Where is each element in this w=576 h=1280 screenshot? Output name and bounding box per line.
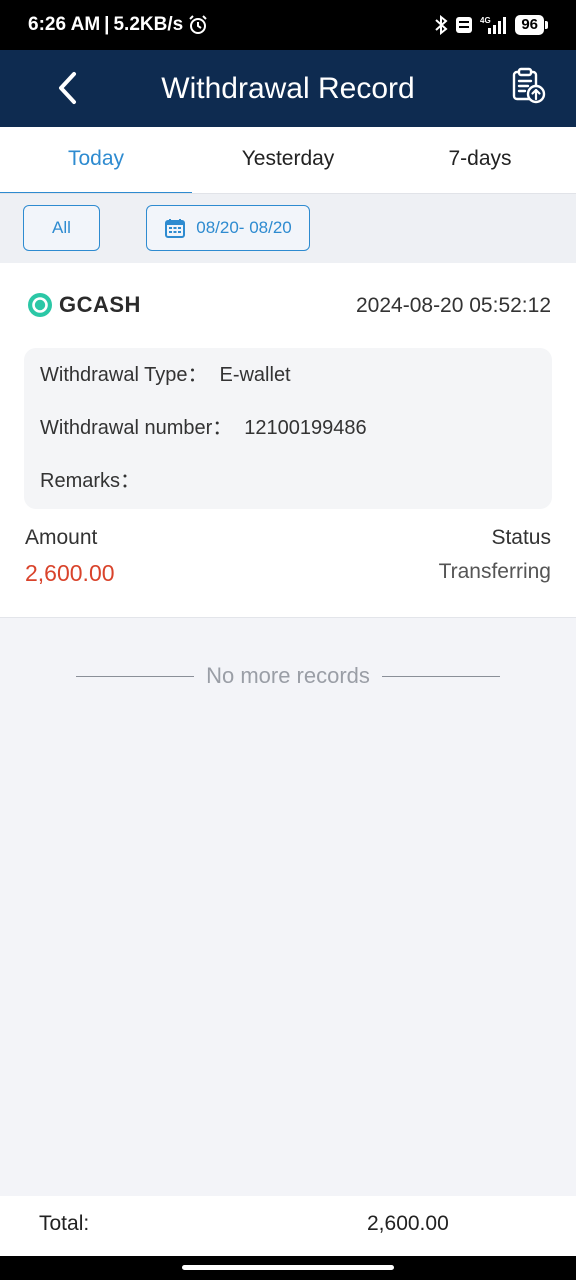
filter-all-button[interactable]: All (23, 205, 100, 251)
clipboard-upload-icon (512, 67, 546, 104)
withdrawal-record-card[interactable]: GCASH 2024-08-20 05:52:12 Withdrawal Typ… (0, 263, 576, 618)
status-right: 4G 96 (434, 15, 548, 35)
total-footer: Total: 2,600.00 (0, 1196, 576, 1256)
amount-label: Amount (25, 526, 98, 549)
divider-right (381, 675, 500, 677)
export-record-button[interactable] (508, 66, 548, 106)
signal-icon: 4G (480, 15, 508, 35)
tab-7-days[interactable]: 7-days (384, 127, 576, 193)
amount-value: 2,600.00 (25, 560, 115, 586)
status-value: Transferring (438, 560, 551, 583)
withdrawal-type-label: Withdrawal Type： (40, 364, 208, 386)
network-speed: 5.2KB/s (113, 14, 184, 35)
withdrawal-number-label: Withdrawal number： (40, 417, 233, 439)
withdrawal-type-row: Withdrawal Type： E-wallet (40, 362, 536, 415)
app-header: Withdrawal Record (0, 50, 576, 127)
withdrawal-number-value: 12100199486 (244, 417, 367, 439)
withdrawal-number-row: Withdrawal number： 12100199486 (40, 415, 536, 468)
back-button[interactable] (52, 70, 82, 106)
payment-method-name: GCASH (59, 292, 141, 317)
calendar-icon (165, 219, 186, 238)
remarks-row: Remarks： (40, 468, 536, 521)
page-title: Withdrawal Record (161, 72, 415, 105)
status-time: 6:26 AM (28, 14, 101, 35)
divider-left (76, 675, 195, 677)
bluetooth-icon (434, 15, 448, 35)
date-tabs: Today Yesterday 7-days (0, 127, 576, 195)
system-nav-bar (0, 1256, 576, 1280)
record-datetime: 2024-08-20 05:52:12 (356, 294, 551, 317)
filter-all-label: All (52, 218, 71, 237)
status-label: Status (491, 526, 551, 549)
status-bar: 6:26 AM | 5.2KB/s 4G 96 (0, 0, 576, 50)
volte-icon (455, 16, 473, 34)
tab-yesterday[interactable]: Yesterday (192, 127, 384, 193)
tab-today[interactable]: Today (0, 127, 192, 195)
chevron-left-icon (59, 72, 76, 104)
battery-tip (545, 21, 548, 29)
date-range-label: 08/20- 08/20 (196, 218, 292, 237)
status-separator: | (104, 14, 110, 35)
no-more-records-text: No more records (206, 663, 370, 688)
remarks-label: Remarks： (40, 470, 141, 492)
home-gesture-handle[interactable] (182, 1265, 394, 1270)
svg-text:4G: 4G (480, 16, 491, 25)
total-label: Total: (39, 1212, 90, 1235)
alarm-icon (187, 14, 209, 36)
status-left: 6:26 AM | 5.2KB/s (28, 14, 209, 36)
date-range-button[interactable]: 08/20- 08/20 (146, 205, 310, 251)
battery-indicator: 96 (515, 15, 548, 35)
end-of-list: No more records (0, 656, 576, 696)
gcash-logo-icon (28, 293, 52, 317)
payment-method: GCASH (27, 292, 141, 318)
filter-bar: All 08/20- 08/20 (0, 193, 576, 263)
withdrawal-type-value: E-wallet (219, 364, 291, 386)
total-value: 2,600.00 (367, 1212, 449, 1235)
record-details: Withdrawal Type： E-wallet Withdrawal num… (24, 348, 552, 509)
battery-level: 96 (515, 15, 544, 35)
